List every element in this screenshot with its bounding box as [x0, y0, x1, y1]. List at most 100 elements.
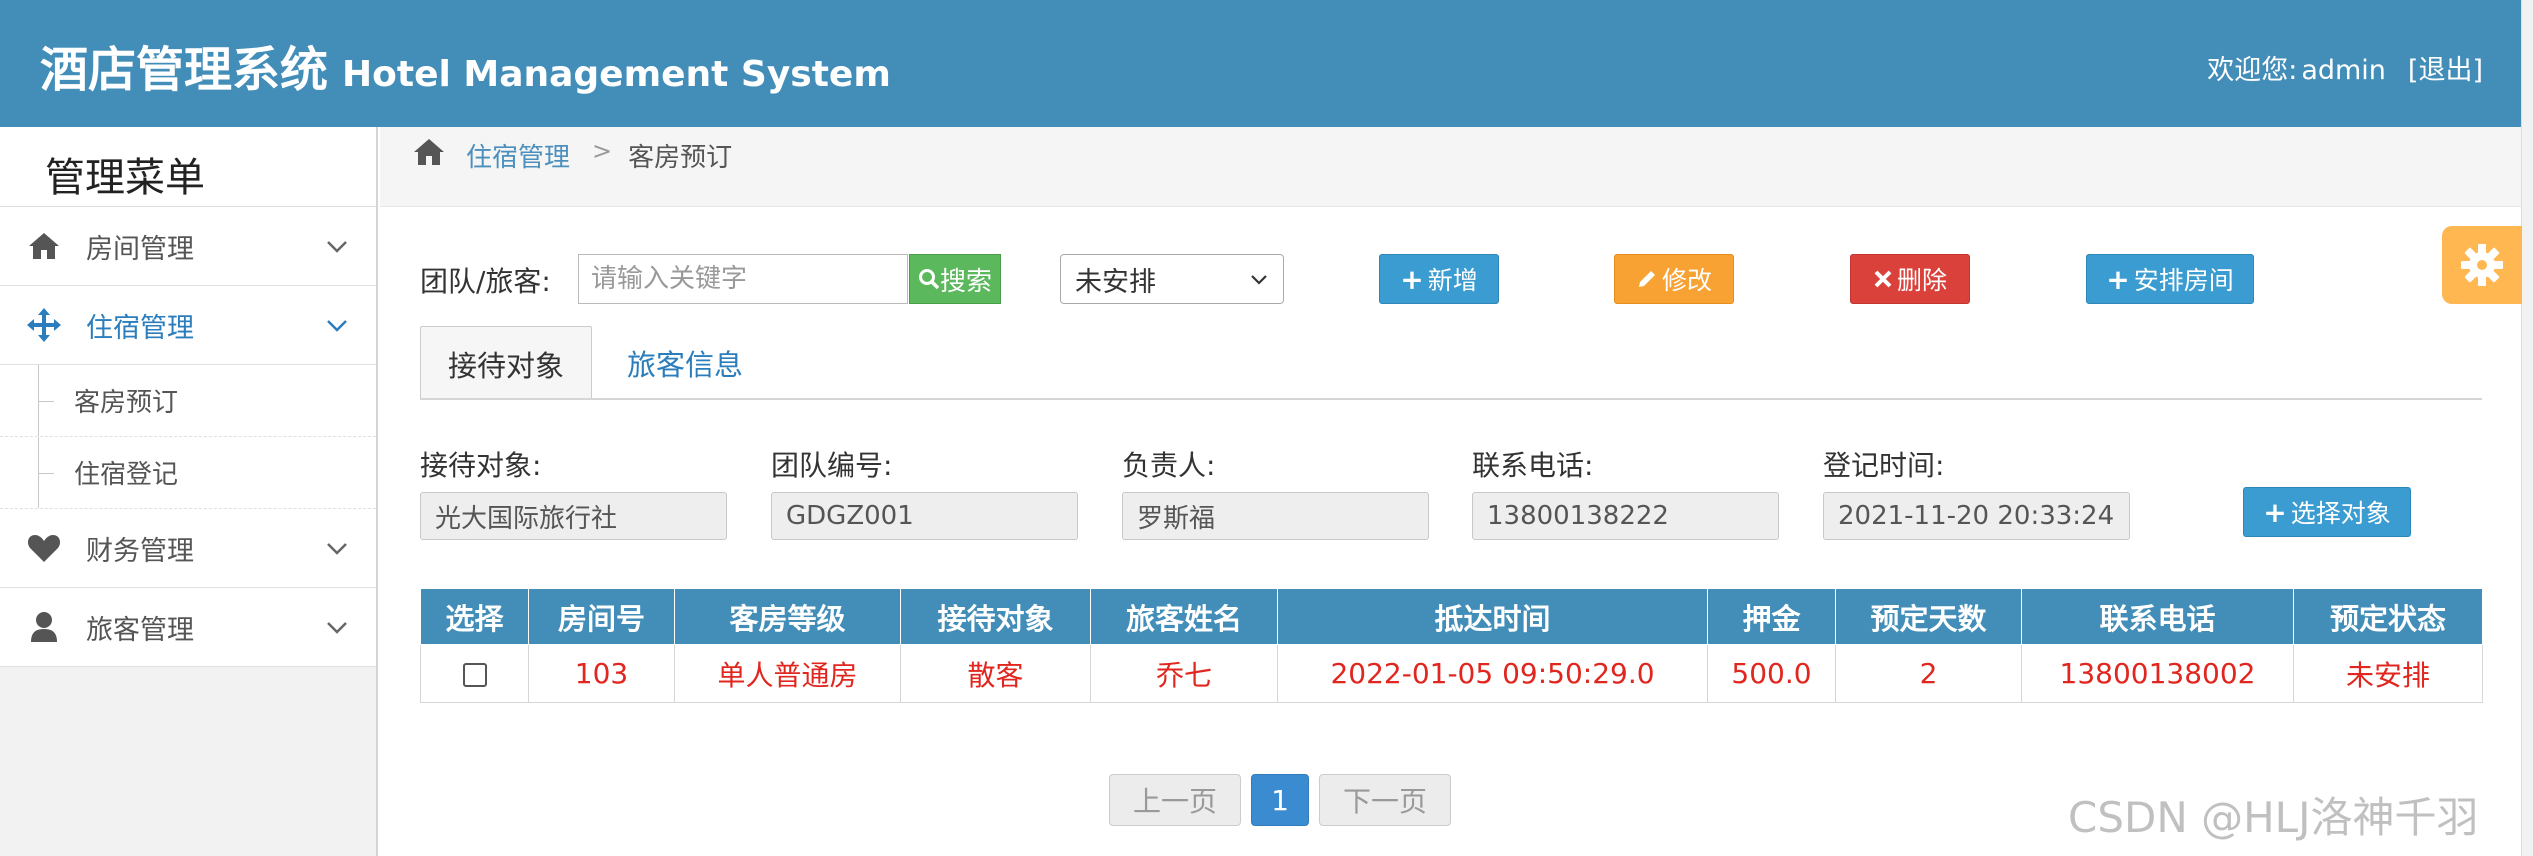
watermark: CSDN @HLJ洛神千羽: [2068, 793, 2479, 842]
tab-reception[interactable]: 接待对象: [420, 326, 592, 400]
select-object-button[interactable]: + 选择对象: [2243, 487, 2411, 537]
edit-button-label: 修改: [1661, 266, 1712, 295]
plus-icon: +: [2106, 262, 2130, 296]
team-number-field: GDGZ001: [771, 492, 1078, 540]
person-in-charge-field: 罗斯福: [1122, 492, 1429, 540]
team-number-label: 团队编号:: [771, 449, 893, 482]
sidebar-item-room-management[interactable]: 房间管理: [0, 207, 376, 286]
row-checkbox[interactable]: [462, 663, 487, 687]
add-button[interactable]: + 新增: [1379, 254, 1499, 304]
sidebar: 管理菜单 房间管理 住宿管理 客房预订 住宿登记 财务管理 旅客管理: [0, 127, 378, 856]
column-header: 接待对象: [900, 588, 1091, 645]
delete-button[interactable]: 删除: [1850, 254, 1970, 304]
table-cell-select: [420, 644, 529, 703]
sidebar-item-lodging-management[interactable]: 住宿管理: [0, 286, 376, 365]
register-time-field: 2021-11-20 20:33:24: [1823, 492, 2130, 540]
tab-label: 旅客信息: [626, 348, 743, 382]
table-cell: 散客: [900, 644, 1091, 703]
home-icon: [26, 228, 62, 264]
sidebar-title: 管理菜单: [0, 127, 376, 207]
column-header: 选择: [420, 588, 529, 645]
table-cell: 单人普通房: [674, 644, 901, 703]
page-number-label: 1: [1271, 783, 1289, 817]
table-cell: 2022-01-05 09:50:29.0: [1277, 644, 1708, 703]
prev-page-label: 上一页: [1132, 785, 1217, 818]
chevron-down-icon: [327, 622, 347, 634]
heart-icon: [26, 530, 62, 566]
sidebar-subitem-label: 住宿登记: [74, 460, 179, 490]
sidebar-item-finance-management[interactable]: 财务管理: [0, 509, 376, 588]
home-icon[interactable]: [412, 137, 446, 174]
sidebar-subitem-check-in[interactable]: 住宿登记: [0, 437, 376, 509]
table-row[interactable]: 103 单人普通房 散客 乔七 2022-01-05 09:50:29.0 50…: [420, 644, 2483, 703]
table-cell: 103: [528, 644, 675, 703]
column-header: 客房等级: [674, 588, 901, 645]
arrange-room-button[interactable]: + 安排房间: [2086, 254, 2254, 304]
search-button-label: 搜索: [939, 266, 992, 297]
column-header: 预定状态: [2293, 588, 2483, 645]
table-cell: 未安排: [2293, 644, 2483, 703]
search-icon: [918, 269, 940, 290]
breadcrumb-parent-link[interactable]: 住宿管理: [466, 137, 570, 174]
sidebar-item-label: 房间管理: [86, 233, 194, 265]
search-button[interactable]: 搜索: [909, 254, 1001, 304]
sidebar-subitem-label: 客房预订: [74, 388, 179, 418]
column-header: 联系电话: [2021, 588, 2294, 645]
plus-icon: +: [2263, 495, 2287, 529]
sidebar-item-label: 财务管理: [86, 535, 194, 567]
contact-phone-field: 13800138222: [1472, 492, 1779, 540]
tabs-divider: [420, 398, 2482, 400]
user-icon: [26, 609, 62, 645]
person-in-charge-label: 负责人:: [1122, 449, 1216, 482]
column-header: 预定天数: [1835, 588, 2022, 645]
page-number-button[interactable]: 1: [1251, 774, 1309, 826]
column-header: 旅客姓名: [1090, 588, 1278, 645]
chevron-down-icon: [327, 320, 347, 332]
settings-button[interactable]: [2442, 226, 2522, 304]
contact-phone-label: 联系电话:: [1472, 449, 1594, 482]
table-cell: 500.0: [1707, 644, 1836, 703]
status-select[interactable]: 未安排: [1060, 254, 1284, 304]
close-icon: [1874, 270, 1892, 288]
prev-page-button[interactable]: 上一页: [1109, 774, 1241, 826]
breadcrumb-current: 客房预订: [628, 143, 733, 173]
next-page-button[interactable]: 下一页: [1319, 774, 1451, 826]
add-button-label: 新增: [1427, 266, 1478, 295]
edit-button[interactable]: 修改: [1614, 254, 1734, 304]
chevron-down-icon: [327, 543, 347, 555]
table-cell: 13800138002: [2021, 644, 2294, 703]
booking-table: 选择 房间号 客房等级 接待对象 旅客姓名 抵达时间 押金 预定天数 联系电话 …: [420, 588, 2483, 703]
select-object-button-label: 选择对象: [2290, 499, 2391, 528]
filter-label: 团队/旅客:: [420, 265, 551, 298]
welcome-area: 欢迎您: admin [退出]: [2207, 48, 2483, 87]
plus-icon: +: [1400, 262, 1424, 296]
table-header-row: 选择 房间号 客房等级 接待对象 旅客姓名 抵达时间 押金 预定天数 联系电话 …: [420, 588, 2483, 645]
sidebar-item-label: 住宿管理: [86, 312, 194, 344]
table-cell: 2: [1835, 644, 2022, 703]
search-input[interactable]: [578, 254, 908, 304]
column-header: 抵达时间: [1277, 588, 1708, 645]
tab-guest-info[interactable]: 旅客信息: [610, 326, 760, 400]
chevron-down-icon: [327, 241, 347, 253]
sidebar-item-guest-management[interactable]: 旅客管理: [0, 588, 376, 667]
arrange-room-button-label: 安排房间: [2133, 266, 2234, 295]
window-scrollbar[interactable]: [2521, 0, 2533, 856]
welcome-text: 欢迎您:: [2207, 55, 2298, 86]
column-header: 押金: [1707, 588, 1836, 645]
pencil-icon: [1638, 271, 1655, 287]
delete-button-label: 删除: [1896, 266, 1947, 295]
status-select-value: 未安排: [1075, 266, 1156, 298]
breadcrumb: 住宿管理 > 客房预订: [380, 127, 2521, 207]
column-header: 房间号: [528, 588, 675, 645]
app-title-en: Hotel Management System: [342, 54, 891, 95]
reception-object-label: 接待对象:: [420, 449, 542, 482]
top-header: 酒店管理系统 Hotel Management System 欢迎您: admin […: [0, 0, 2533, 127]
reception-object-field: 光大国际旅行社: [420, 492, 727, 540]
sidebar-subitem-room-booking[interactable]: 客房预订: [0, 365, 376, 437]
sidebar-item-label: 旅客管理: [86, 614, 194, 646]
tab-label: 接待对象: [447, 348, 564, 383]
move-arrows-icon: [26, 307, 62, 343]
logout-link[interactable]: [退出]: [2408, 55, 2483, 86]
register-time-label: 登记时间:: [1823, 449, 1945, 482]
username: admin: [2301, 55, 2386, 86]
